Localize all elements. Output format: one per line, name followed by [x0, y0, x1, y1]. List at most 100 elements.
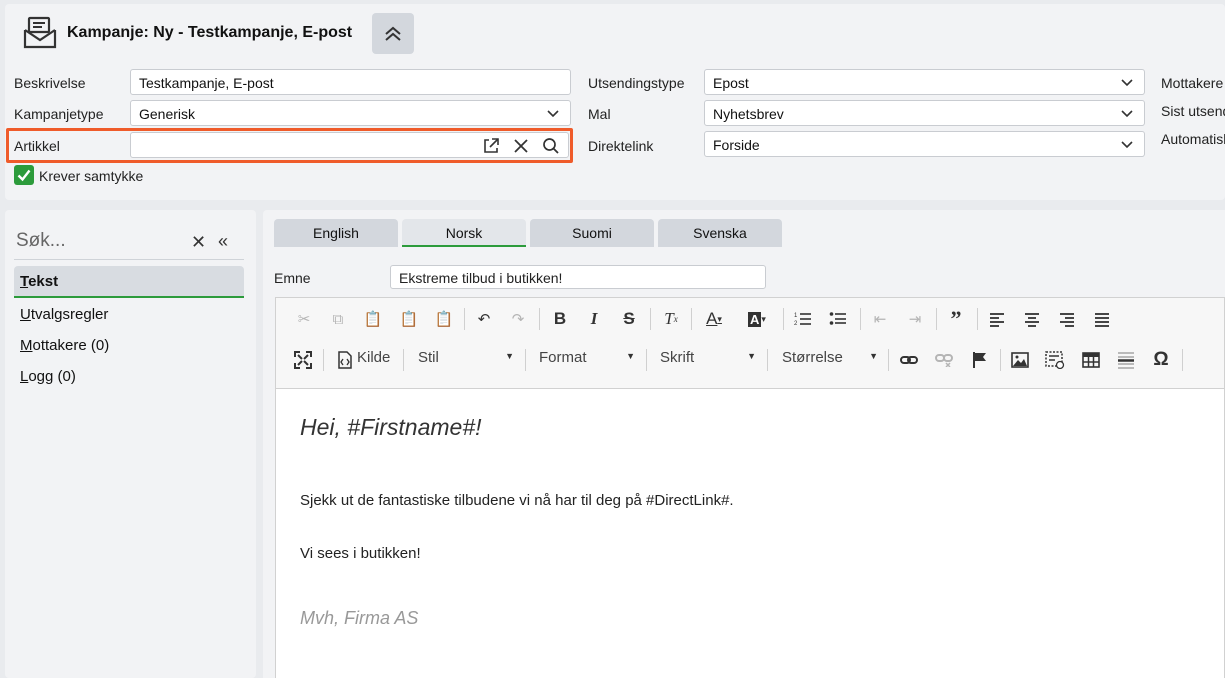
sidebar-search-input[interactable]: Søk...	[16, 230, 156, 252]
sidebar-item-mnemonic: T	[20, 273, 29, 290]
tab-suomi[interactable]: Suomi	[530, 219, 654, 247]
direktelink-label: Direktelink	[588, 138, 654, 154]
anchor-flag-icon[interactable]	[968, 348, 992, 372]
background-color-icon[interactable]: A ▾	[745, 307, 769, 331]
collapse-sidebar-icon[interactable]: «	[218, 231, 228, 252]
style-dropdown[interactable]: Stil ▼	[418, 349, 514, 371]
format-dropdown-label: Format	[539, 349, 587, 366]
cut-icon[interactable]: ✂	[292, 307, 316, 331]
toolbar-separator	[650, 308, 651, 330]
bold-icon[interactable]: B	[548, 307, 572, 331]
italic-icon[interactable]: I	[582, 307, 606, 331]
source-icon[interactable]	[333, 348, 357, 372]
text-color-icon[interactable]: A ▾	[702, 307, 726, 331]
krever-samtykke-label: Krever samtykke	[39, 168, 144, 184]
chevron-down-icon	[1121, 110, 1133, 118]
toolbar-separator	[691, 308, 692, 330]
clear-icon[interactable]	[510, 136, 532, 156]
page-title: Kampanje: Ny - Testkampanje, E-post	[67, 24, 353, 41]
direktelink-select[interactable]: Forside	[704, 131, 1145, 157]
html-block-icon[interactable]	[1043, 348, 1067, 372]
redo-icon[interactable]: ↷	[506, 307, 530, 331]
search-icon[interactable]	[540, 136, 562, 156]
tab-norsk[interactable]: Norsk	[402, 219, 526, 247]
link-icon[interactable]	[897, 348, 921, 372]
special-character-icon[interactable]: Ω	[1149, 348, 1173, 372]
automatisk-label: Automatisk	[1161, 131, 1225, 147]
sidebar-item-mottakere[interactable]: Mottakere (0)	[14, 330, 244, 362]
beskrivelse-label: Beskrivelse	[14, 75, 86, 91]
krever-samtykke-checkbox[interactable]	[14, 165, 34, 185]
open-external-icon[interactable]	[480, 136, 502, 156]
align-justify-icon[interactable]	[1090, 307, 1114, 331]
editor-paragraph: Vi sees i butikken!	[300, 545, 421, 562]
blockquote-icon[interactable]: ”	[944, 306, 968, 331]
sist-utsendt-label: Sist utsend	[1161, 103, 1225, 119]
toolbar-separator	[783, 308, 784, 330]
utsendingstype-select[interactable]: Epost	[704, 69, 1145, 95]
paste-icon[interactable]: 📋	[361, 307, 385, 331]
chevron-double-up-icon	[385, 26, 401, 41]
remove-format-icon[interactable]: Tx	[659, 307, 683, 331]
format-dropdown[interactable]: Format ▼	[539, 349, 635, 371]
kampanjetype-label: Kampanjetype	[14, 106, 104, 122]
clear-search-icon[interactable]: ✕	[191, 232, 206, 253]
align-left-icon[interactable]	[985, 307, 1009, 331]
paste-text-icon[interactable]: 📋	[397, 307, 421, 331]
dropdown-arrow-icon: ▼	[747, 351, 756, 361]
sidebar-item-tekst[interactable]: Tekst	[14, 266, 244, 298]
artikkel-label: Artikkel	[14, 138, 60, 154]
strikethrough-icon[interactable]: S	[617, 307, 641, 331]
table-icon[interactable]	[1079, 348, 1103, 372]
horizontal-rule-icon[interactable]	[1114, 348, 1138, 372]
indent-icon[interactable]: ⇥	[903, 307, 927, 331]
emne-input[interactable]: Ekstreme tilbud i butikken!	[390, 265, 766, 289]
kampanjetype-value: Generisk	[139, 106, 196, 122]
toolbar-separator	[539, 308, 540, 330]
svg-text:2: 2	[794, 321, 798, 327]
emne-label: Emne	[274, 270, 311, 286]
sidebar-item-mnemonic: M	[20, 337, 33, 354]
editor-greeting: Hei, #Firstname#!	[300, 414, 482, 440]
toolbar-separator	[323, 349, 324, 371]
dropdown-arrow-icon: ▼	[869, 351, 878, 361]
undo-icon[interactable]: ↶	[472, 307, 496, 331]
maximize-icon[interactable]	[291, 348, 315, 372]
toolbar-separator	[977, 308, 978, 330]
mal-select[interactable]: Nyhetsbrev	[704, 100, 1145, 126]
bullet-list-icon[interactable]	[826, 307, 850, 331]
source-button[interactable]: Kilde	[357, 349, 390, 371]
sidebar-item-label: ogg (0)	[28, 368, 76, 385]
sidebar-item-label: ekst	[28, 273, 59, 290]
sidebar-item-utvalgsregler[interactable]: Utvalgsregler	[14, 299, 244, 331]
toolbar-separator	[1000, 349, 1001, 371]
artikkel-input[interactable]	[130, 132, 569, 158]
sidebar-item-logg[interactable]: Logg (0)	[14, 361, 244, 393]
tab-english[interactable]: English	[274, 219, 398, 247]
svg-text:1: 1	[794, 313, 798, 319]
size-dropdown[interactable]: Størrelse ▼	[782, 349, 878, 371]
tab-svenska[interactable]: Svenska	[658, 219, 782, 247]
toolbar-separator	[403, 349, 404, 371]
paste-word-icon[interactable]: 📋	[432, 307, 456, 331]
mottakere-label: Mottakere	[1161, 75, 1224, 91]
font-dropdown[interactable]: Skrift ▼	[660, 349, 756, 371]
sidebar-item-label: ottakere (0)	[32, 337, 110, 354]
toolbar-separator	[464, 308, 465, 330]
collapse-header-button[interactable]	[372, 13, 414, 54]
unlink-icon[interactable]	[932, 348, 956, 372]
image-icon[interactable]	[1008, 348, 1032, 372]
beskrivelse-input[interactable]: Testkampanje, E-post	[130, 69, 571, 95]
align-right-icon[interactable]	[1055, 307, 1079, 331]
align-center-icon[interactable]	[1020, 307, 1044, 331]
toolbar-separator	[936, 308, 937, 330]
outdent-icon[interactable]: ⇤	[868, 307, 892, 331]
toolbar-separator	[860, 308, 861, 330]
mal-label: Mal	[588, 106, 611, 122]
chevron-down-icon	[1121, 79, 1133, 87]
numbered-list-icon[interactable]: 12	[791, 307, 815, 331]
copy-icon[interactable]: ⧉	[326, 307, 350, 331]
chevron-down-icon	[547, 110, 559, 118]
kampanjetype-select[interactable]: Generisk	[130, 100, 571, 126]
size-dropdown-label: Størrelse	[782, 349, 843, 366]
